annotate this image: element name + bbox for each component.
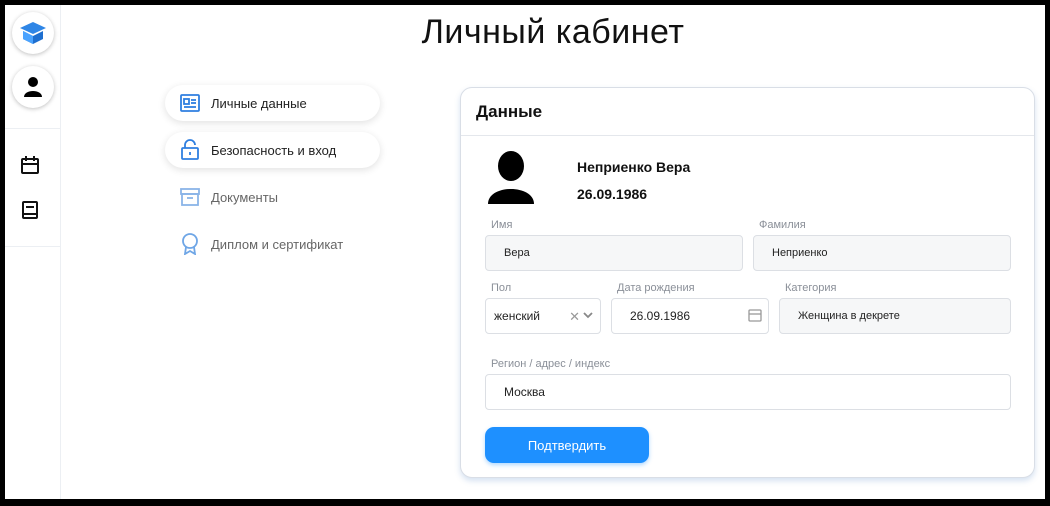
menu-item-label: Документы (211, 189, 279, 205)
clear-icon[interactable]: ✕ (569, 309, 580, 325)
confirm-button[interactable]: Подтвердить (485, 427, 649, 463)
menu-item-label: Безопасность и вход (211, 142, 337, 158)
last-name-label: Фамилия (759, 219, 806, 231)
rail-divider (5, 246, 61, 247)
user-avatar-icon[interactable] (12, 66, 54, 108)
profile-menu: Личные данные Безопасность и вход Докуме… (165, 85, 380, 273)
id-card-icon (179, 92, 201, 114)
category-label: Категория (785, 282, 837, 294)
menu-item-documents[interactable]: Документы (165, 179, 380, 215)
left-rail (5, 5, 61, 499)
logo-icon[interactable] (12, 12, 54, 54)
menu-item-security[interactable]: Безопасность и вход (165, 132, 380, 168)
gender-label: Пол (491, 282, 512, 294)
birthdate-label: Дата рождения (617, 282, 695, 294)
app-window: Личный кабинет Личные данные Безопасност… (5, 5, 1045, 499)
category-field[interactable]: Женщина в декрете (779, 298, 1011, 334)
menu-item-label: Личные данные (211, 95, 307, 111)
calendar-icon[interactable] (19, 154, 41, 176)
profile-name: Неприенко Вера (577, 159, 691, 175)
page-title: Личный кабинет (421, 13, 685, 51)
first-name-label: Имя (491, 219, 513, 231)
profile-data-card: Данные Неприенко Вера 26.09.1986 Имя Вер… (460, 87, 1035, 478)
menu-item-personal-data[interactable]: Личные данные (165, 85, 380, 121)
chevron-down-icon[interactable] (582, 309, 594, 324)
rail-divider (5, 128, 61, 129)
birthdate-field[interactable]: 26.09.1986 (611, 298, 769, 334)
gender-value: женский (494, 309, 540, 323)
menu-item-diploma[interactable]: Диплом и сертификат (165, 226, 380, 262)
gender-select[interactable]: женский ✕ (485, 298, 601, 334)
last-name-field[interactable]: Неприенко (753, 235, 1011, 271)
book-icon[interactable] (19, 199, 41, 221)
archive-icon (179, 186, 201, 208)
menu-item-label: Диплом и сертификат (211, 236, 344, 252)
first-name-field[interactable]: Вера (485, 235, 743, 271)
unlock-icon (179, 139, 201, 161)
region-field[interactable]: Москва (485, 374, 1011, 410)
birthdate-value: 26.09.1986 (630, 309, 691, 323)
award-icon (179, 233, 201, 255)
profile-birthdate: 26.09.1986 (577, 186, 648, 202)
region-label: Регион / адрес / индекс (491, 358, 611, 370)
profile-avatar-icon (487, 150, 535, 209)
card-title: Данные (461, 88, 1034, 136)
calendar-icon[interactable] (748, 308, 762, 325)
